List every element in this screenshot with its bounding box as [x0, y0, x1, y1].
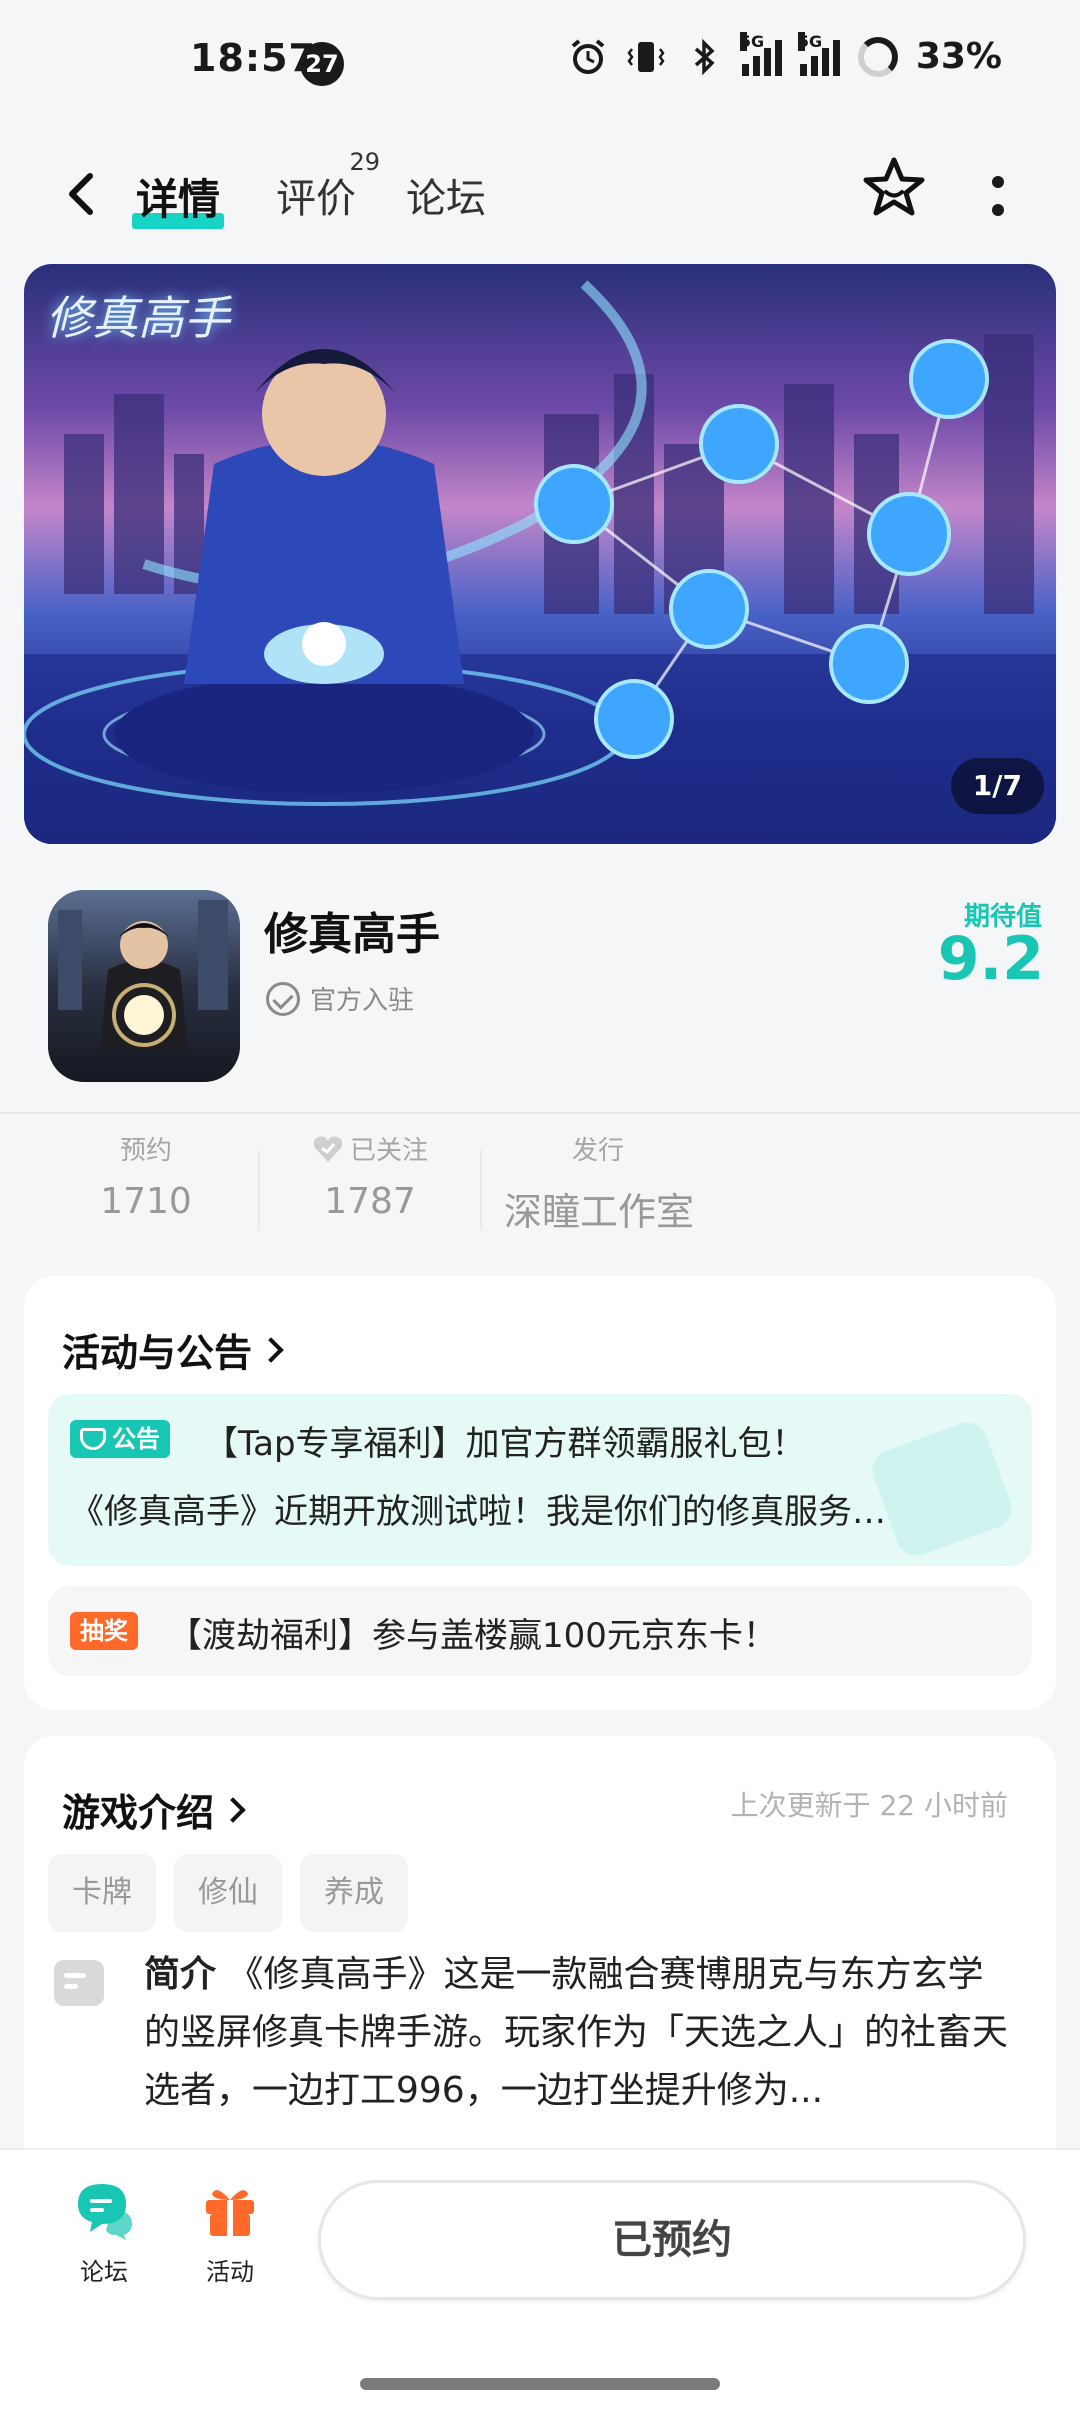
stat-follow[interactable]: 已关注 1787 — [300, 1130, 440, 1222]
update-time: 上次更新于 22 小时前 — [730, 1789, 1008, 1822]
summary-doc-icon — [54, 1960, 104, 2006]
announcement-tag: 公告 — [70, 1420, 170, 1458]
game-logo: 修真高手 — [46, 291, 230, 345]
stat-reserve: 预约 1710 — [86, 1130, 206, 1222]
status-time: 18:57 — [190, 36, 316, 80]
signal-strength-icon-2: 5G — [797, 31, 840, 76]
verified-check-icon — [266, 981, 300, 1016]
activity-title[interactable]: 活动与公告 — [62, 1322, 284, 1377]
more-options-icon[interactable] — [980, 168, 1016, 228]
genre-tag[interactable]: 养成 — [300, 1854, 408, 1932]
activity-title-label: 活动与公告 — [62, 1331, 253, 1375]
tab-forum-label: 论坛 — [406, 176, 486, 222]
announcement-subtitle: 《修真高手》近期开放测试啦！我是你们的修真服务… — [70, 1492, 886, 1532]
gift-icon — [206, 2190, 254, 2236]
back-icon[interactable] — [52, 164, 112, 224]
battery-icon — [857, 36, 898, 77]
app-name: 修真高手 — [264, 909, 440, 960]
expectation-score: 9.2 — [937, 924, 1044, 994]
tab-details-label: 详情 — [136, 175, 221, 224]
announce-heart-icon — [80, 1428, 106, 1450]
tab-reviews-label: 评价 — [276, 176, 356, 222]
summary-body: 《修真高手》这是一款融合赛博朋克与东方玄学的竖屏修真卡牌手游。玩家作为「天选之人… — [144, 1954, 1009, 2111]
bottom-action-bar: 论坛 活动 已预约 — [0, 2148, 1080, 2412]
top-nav: 详情 评价 29 论坛 — [0, 140, 1080, 250]
status-icons: 5G 5G 33% — [568, 31, 1002, 77]
status-bar: 18:57 27 5G 5G 33% — [0, 0, 1080, 120]
forum-label: 论坛 — [80, 2258, 128, 2286]
lottery-item[interactable]: 抽奖 【渡劫福利】参与盖楼赢100元京东卡！ — [48, 1586, 1032, 1676]
banner-page-counter: 1/7 — [950, 758, 1044, 814]
stat-reserve-value: 1710 — [100, 1181, 192, 1222]
alarm-icon — [571, 38, 605, 74]
intro-title-label: 游戏介绍 — [62, 1791, 215, 1835]
reviews-count-badge: 29 — [349, 148, 380, 176]
heart-check-icon — [313, 1136, 343, 1162]
battery-percent: 33% — [915, 36, 1002, 77]
banner-carousel[interactable]: 修真高手 1/7 — [24, 264, 1056, 844]
official-label: 官方入驻 — [310, 986, 415, 1016]
stat-follow-label: 已关注 — [349, 1136, 428, 1166]
summary-text[interactable]: 简介 《修真高手》这是一款融合赛博朋克与东方玄学的竖屏修真卡牌手游。玩家作为「天… — [144, 1946, 1014, 2120]
bluetooth-icon — [694, 38, 715, 75]
favorite-star-icon[interactable] — [858, 152, 930, 224]
genre-tag[interactable]: 修仙 — [174, 1854, 282, 1932]
home-indicator[interactable] — [360, 2378, 720, 2390]
stat-follow-value: 1787 — [324, 1181, 416, 1222]
intro-title[interactable]: 游戏介绍 — [62, 1782, 246, 1837]
chevron-right-icon — [220, 1796, 246, 1823]
genre-tag[interactable]: 卡牌 — [48, 1854, 156, 1932]
divider — [0, 1112, 1080, 1114]
activity-button[interactable]: 活动 — [180, 2180, 280, 2287]
signal-strength-icon: 5G — [739, 31, 782, 76]
banner-artwork — [24, 280, 1056, 844]
activity-label: 活动 — [206, 2258, 254, 2286]
forum-button[interactable]: 论坛 — [54, 2180, 154, 2287]
reserved-button[interactable]: 已预约 — [318, 2180, 1026, 2300]
stat-publisher-value: 深瞳工作室 — [504, 1190, 695, 1234]
chevron-right-icon — [258, 1336, 284, 1363]
app-icon — [48, 890, 240, 1082]
announcement-item[interactable]: 公告 【Tap专享福利】加官方群领霸服礼包！ 《修真高手》近期开放测试啦！我是你… — [48, 1394, 1032, 1566]
lottery-text: 【渡劫福利】参与盖楼赢100元京东卡！ — [168, 1616, 777, 1656]
announcement-tag-label: 公告 — [112, 1425, 160, 1453]
announcement-title: 【Tap专享福利】加官方群领霸服礼包！ — [204, 1424, 806, 1464]
stat-divider — [258, 1150, 260, 1230]
tab-forum[interactable]: 论坛 — [406, 166, 486, 224]
stat-divider — [480, 1150, 482, 1230]
stat-publisher-label: 发行 — [572, 1136, 625, 1166]
notification-count-badge: 27 — [300, 42, 344, 86]
genre-tags: 卡牌 修仙 养成 — [48, 1854, 408, 1932]
official-badge: 官方入驻 — [266, 980, 414, 1017]
activity-card: 活动与公告 公告 【Tap专享福利】加官方群领霸服礼包！ 《修真高手》近期开放测… — [24, 1276, 1056, 1710]
summary-label: 简介 — [144, 1954, 217, 1995]
forum-chat-icon — [78, 2184, 132, 2240]
app-info: 修真高手 官方入驻 期待值 9.2 — [0, 870, 1080, 1110]
tab-reviews[interactable]: 评价 29 — [276, 148, 380, 224]
tab-details[interactable]: 详情 — [132, 166, 225, 229]
stat-reserve-label: 预约 — [119, 1136, 172, 1166]
lottery-tag: 抽奖 — [70, 1612, 138, 1650]
stat-publisher[interactable]: 发行 深瞳工作室 — [504, 1130, 694, 1236]
stats-row: 预约 1710 已关注 1787 发行 深瞳工作室 — [0, 1130, 1080, 1240]
vibrate-icon — [627, 41, 665, 72]
